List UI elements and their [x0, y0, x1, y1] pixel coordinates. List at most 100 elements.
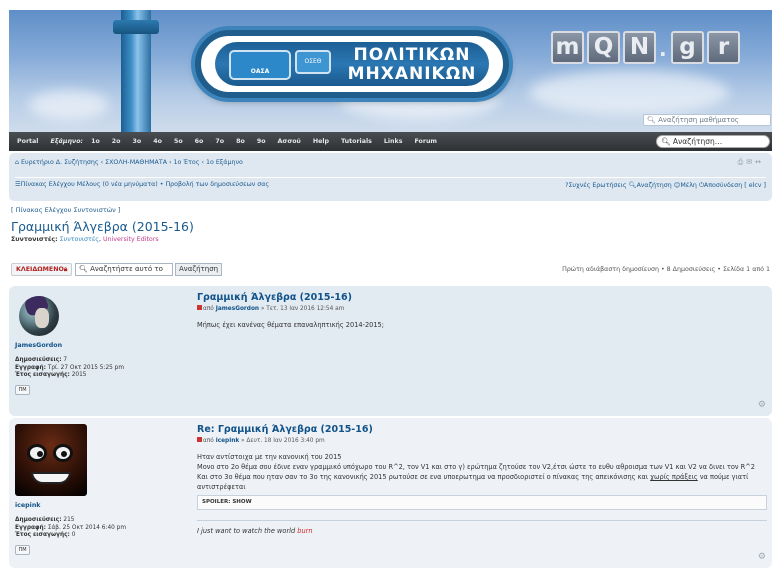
- logout-link[interactable]: Αποσύνδεση [ elcv ]: [704, 182, 766, 189]
- signature: I just want to watch the world burn: [197, 527, 767, 535]
- author-link[interactable]: JamesGordon: [216, 306, 259, 312]
- post: JamesGordon Δημοσιεύσεις: 7 Εγγραφή: Τρί…: [9, 286, 772, 416]
- breadcrumb[interactable]: ⌂ Ευρετήριο Δ. Συζήτησης ‹ ΣΧΟΛΗ-ΜΑΘΗΜΑΤ…: [15, 159, 243, 166]
- year-value: 0: [71, 532, 76, 538]
- nav-search-placeholder: Αναζήτηση…: [672, 137, 723, 146]
- nav-menu: Portal Εξάμηνο: 1ο 2ο 3ο 4ο 5ο 6ο 7ο 8ο …: [17, 132, 449, 151]
- moderators-label: Συντονιστές:: [11, 236, 58, 243]
- username[interactable]: JamesGordon: [15, 342, 185, 349]
- post-icon[interactable]: [197, 437, 202, 442]
- post-profile: JamesGordon Δημοσιεύσεις: 7 Εγγραφή: Τρί…: [15, 292, 185, 395]
- nav-item-semester-8[interactable]: 8ο: [236, 132, 245, 151]
- banner-cloud: [29, 90, 109, 120]
- avatar-face: [35, 308, 49, 328]
- nav-item-semester-4[interactable]: 4ο: [153, 132, 162, 151]
- post-title[interactable]: Re: Γραμμική Άλγεβρα (2015-16): [197, 424, 767, 435]
- search-link[interactable]: Αναζήτηση: [637, 182, 672, 189]
- members-link[interactable]: Μέλη: [680, 182, 697, 189]
- topic-search-button[interactable]: Αναζήτηση: [175, 263, 223, 276]
- joined-label: Εγγραφή:: [15, 364, 46, 371]
- nav-item-semester-1[interactable]: 1ο: [91, 132, 100, 151]
- page-tools[interactable]: ⎙✉↔: [738, 158, 764, 167]
- sign-text: ΠΟΛΙΤΙΚΩΝ ΜΗΧΑΝΙΚΩΝ: [347, 45, 477, 84]
- locked-label: ΚΛΕΙΔΩΜΕΝΟ: [16, 266, 64, 273]
- post-body: Re: Γραμμική Άλγεβρα (2015-16) από icepi…: [197, 424, 767, 535]
- search-icon: 🔍︎: [647, 116, 656, 124]
- nav-item-portal[interactable]: Portal: [17, 132, 38, 151]
- username[interactable]: icepink: [15, 502, 185, 509]
- gear-icon[interactable]: ⚙: [758, 552, 766, 562]
- site-logo[interactable]: m Q N . g r: [551, 31, 740, 64]
- profile-details: Δημοσιεύσεις: 215 Εγγραφή: Σάβ. 25 Οκτ 2…: [15, 517, 185, 540]
- nav-item-semester-2[interactable]: 2ο: [112, 132, 121, 151]
- nav-item-help[interactable]: Help: [313, 132, 329, 151]
- nav-item-tutorials[interactable]: Tutorials: [341, 132, 372, 151]
- font-size-icon[interactable]: ↔: [755, 158, 764, 166]
- nav-item-extra[interactable]: Ασσού: [278, 132, 301, 151]
- search-icon: 🔍︎: [79, 265, 88, 273]
- course-search-label: Αναζήτηση μαθήματος: [658, 116, 739, 124]
- author-link[interactable]: icepink: [216, 438, 239, 444]
- joined-date: Τρί. 27 Οκτ 2015 5:25 pm: [47, 364, 124, 371]
- nav-item-links[interactable]: Links: [384, 132, 403, 151]
- pm-button[interactable]: ΠΜ: [15, 384, 30, 395]
- ucp-text[interactable]: Πίνακας Ελέγχου Μέλους (0 νέα μηνύματα) …: [21, 181, 269, 188]
- content-line: Και στο 3ο θέμα που ηταν σαν το 3ο της κ…: [197, 472, 767, 492]
- author-prefix: από: [203, 306, 214, 312]
- bus-stop-sign: OΑΣA ΟΣΕΘ ΠΟΛΙΤΙΚΩΝ ΜΗΧΑΝΙΚΩΝ: [195, 30, 509, 98]
- print-icon[interactable]: ⎙: [738, 158, 747, 166]
- banner-cloud: [529, 70, 729, 115]
- spoiler-box[interactable]: SPOILER: SHOW: [197, 495, 767, 510]
- course-search-input[interactable]: 🔍︎ Αναζήτηση μαθήματος: [643, 114, 771, 126]
- logo-letter: r: [707, 31, 740, 64]
- gear-icon[interactable]: ⚙: [758, 400, 766, 410]
- posts-count[interactable]: 7: [63, 357, 67, 363]
- lock-icon: 🔒︎: [63, 266, 68, 273]
- spoiler-toggle[interactable]: SPOILER: SHOW: [202, 499, 252, 505]
- nav-item-forum[interactable]: Forum: [414, 132, 437, 151]
- post-date: » Δευτ. 18 Ιαν 2016 3:40 pm: [241, 438, 325, 444]
- moderator-link[interactable]: Συντονιστές: [60, 236, 99, 243]
- main-navbar: Portal Εξάμηνο: 1ο 2ο 3ο 4ο 5ο 6ο 7ο 8ο …: [9, 132, 772, 151]
- breadcrumb-trail[interactable]: Ευρετήριο Δ. Συζήτησης ‹ ΣΧΟΛΗ-ΜΑΘΗΜΑΤΑ …: [21, 159, 243, 166]
- moderators-line: Συντονιστές: Συντονιστές, University Edi…: [11, 236, 159, 243]
- nav-item-semester-7[interactable]: 7ο: [215, 132, 224, 151]
- post: icepink Δημοσιεύσεις: 215 Εγγραφή: Σάβ. …: [9, 418, 772, 568]
- avatar-mouth: [31, 472, 71, 484]
- content-line: Μονο στο 2ο θέμα σου έδινε εναν γραμμικό…: [197, 463, 755, 471]
- locked-button[interactable]: ΚΛΕΙΔΩΜΕΝΟ🔒︎: [11, 263, 73, 276]
- user-control-panel-link[interactable]: ☰Πίνακας Ελέγχου Μέλους (0 νέα μηνύματα)…: [15, 181, 269, 188]
- moderator-control-panel-link[interactable]: [ Πίνακας Ελέγχου Συντονιστών ]: [11, 206, 120, 214]
- nav-item-semester-6[interactable]: 6ο: [195, 132, 204, 151]
- faq-link[interactable]: Συχνές Ερωτήσεις: [568, 182, 626, 189]
- logo-dot: .: [659, 37, 667, 61]
- topic-title[interactable]: Γραμμική Άλγεβρα (2015-16): [11, 219, 194, 234]
- post-body: Γραμμική Άλγεβρα (2015-16) από JamesGord…: [197, 292, 767, 330]
- breadcrumb-divider: [15, 177, 766, 178]
- post-title[interactable]: Γραμμική Άλγεβρα (2015-16): [197, 292, 767, 303]
- avatar[interactable]: [19, 296, 59, 336]
- avatar[interactable]: [15, 424, 87, 496]
- joined-label: Εγγραφή:: [15, 524, 46, 531]
- topic-search-input[interactable]: 🔍︎ Αναζητήστε αυτό το: [75, 263, 173, 276]
- moderator-group-link[interactable]: University Editors: [103, 236, 159, 243]
- nav-item-semester-3[interactable]: 3ο: [133, 132, 142, 151]
- pagination-info[interactable]: Πρώτη αδιάβαστη δημοσίευση • 8 Δημοσιεύσ…: [562, 266, 770, 273]
- posts-count[interactable]: 215: [63, 517, 74, 523]
- profile-details: Δημοσιεύσεις: 7 Εγγραφή: Τρί. 27 Οκτ 201…: [15, 357, 185, 380]
- year-value: 2015: [71, 372, 87, 378]
- pm-label: ΠΜ: [18, 386, 27, 393]
- header-banner: OΑΣA ΟΣΕΘ ΠΟΛΙΤΙΚΩΝ ΜΗΧΑΝΙΚΩΝ m Q N . g …: [9, 10, 772, 132]
- header-right-links: ?Συχνές Ερωτήσεις 🔍︎Αναζήτηση ☺Μέλη ⏻Απο…: [565, 181, 766, 190]
- year-label: Έτος εισαγωγής:: [15, 372, 70, 378]
- home-icon: ⌂: [15, 159, 19, 166]
- pm-button[interactable]: ΠΜ: [15, 544, 30, 555]
- content-line: Ηταν αντίστοιχα με την κανονική του 2015: [197, 453, 342, 461]
- mail-icon[interactable]: ✉: [746, 158, 755, 166]
- nav-item-semester-5[interactable]: 5ο: [174, 132, 183, 151]
- nav-item-semester-9[interactable]: 9ο: [257, 132, 266, 151]
- nav-search-input[interactable]: 🔍︎ Αναζήτηση…: [656, 135, 770, 148]
- post-icon[interactable]: [197, 305, 202, 310]
- post-content: Μήπως έχει κανένας θέματα επαναληπτικής …: [197, 320, 767, 330]
- post-profile: icepink Δημοσιεύσεις: 215 Εγγραφή: Σάβ. …: [15, 424, 185, 555]
